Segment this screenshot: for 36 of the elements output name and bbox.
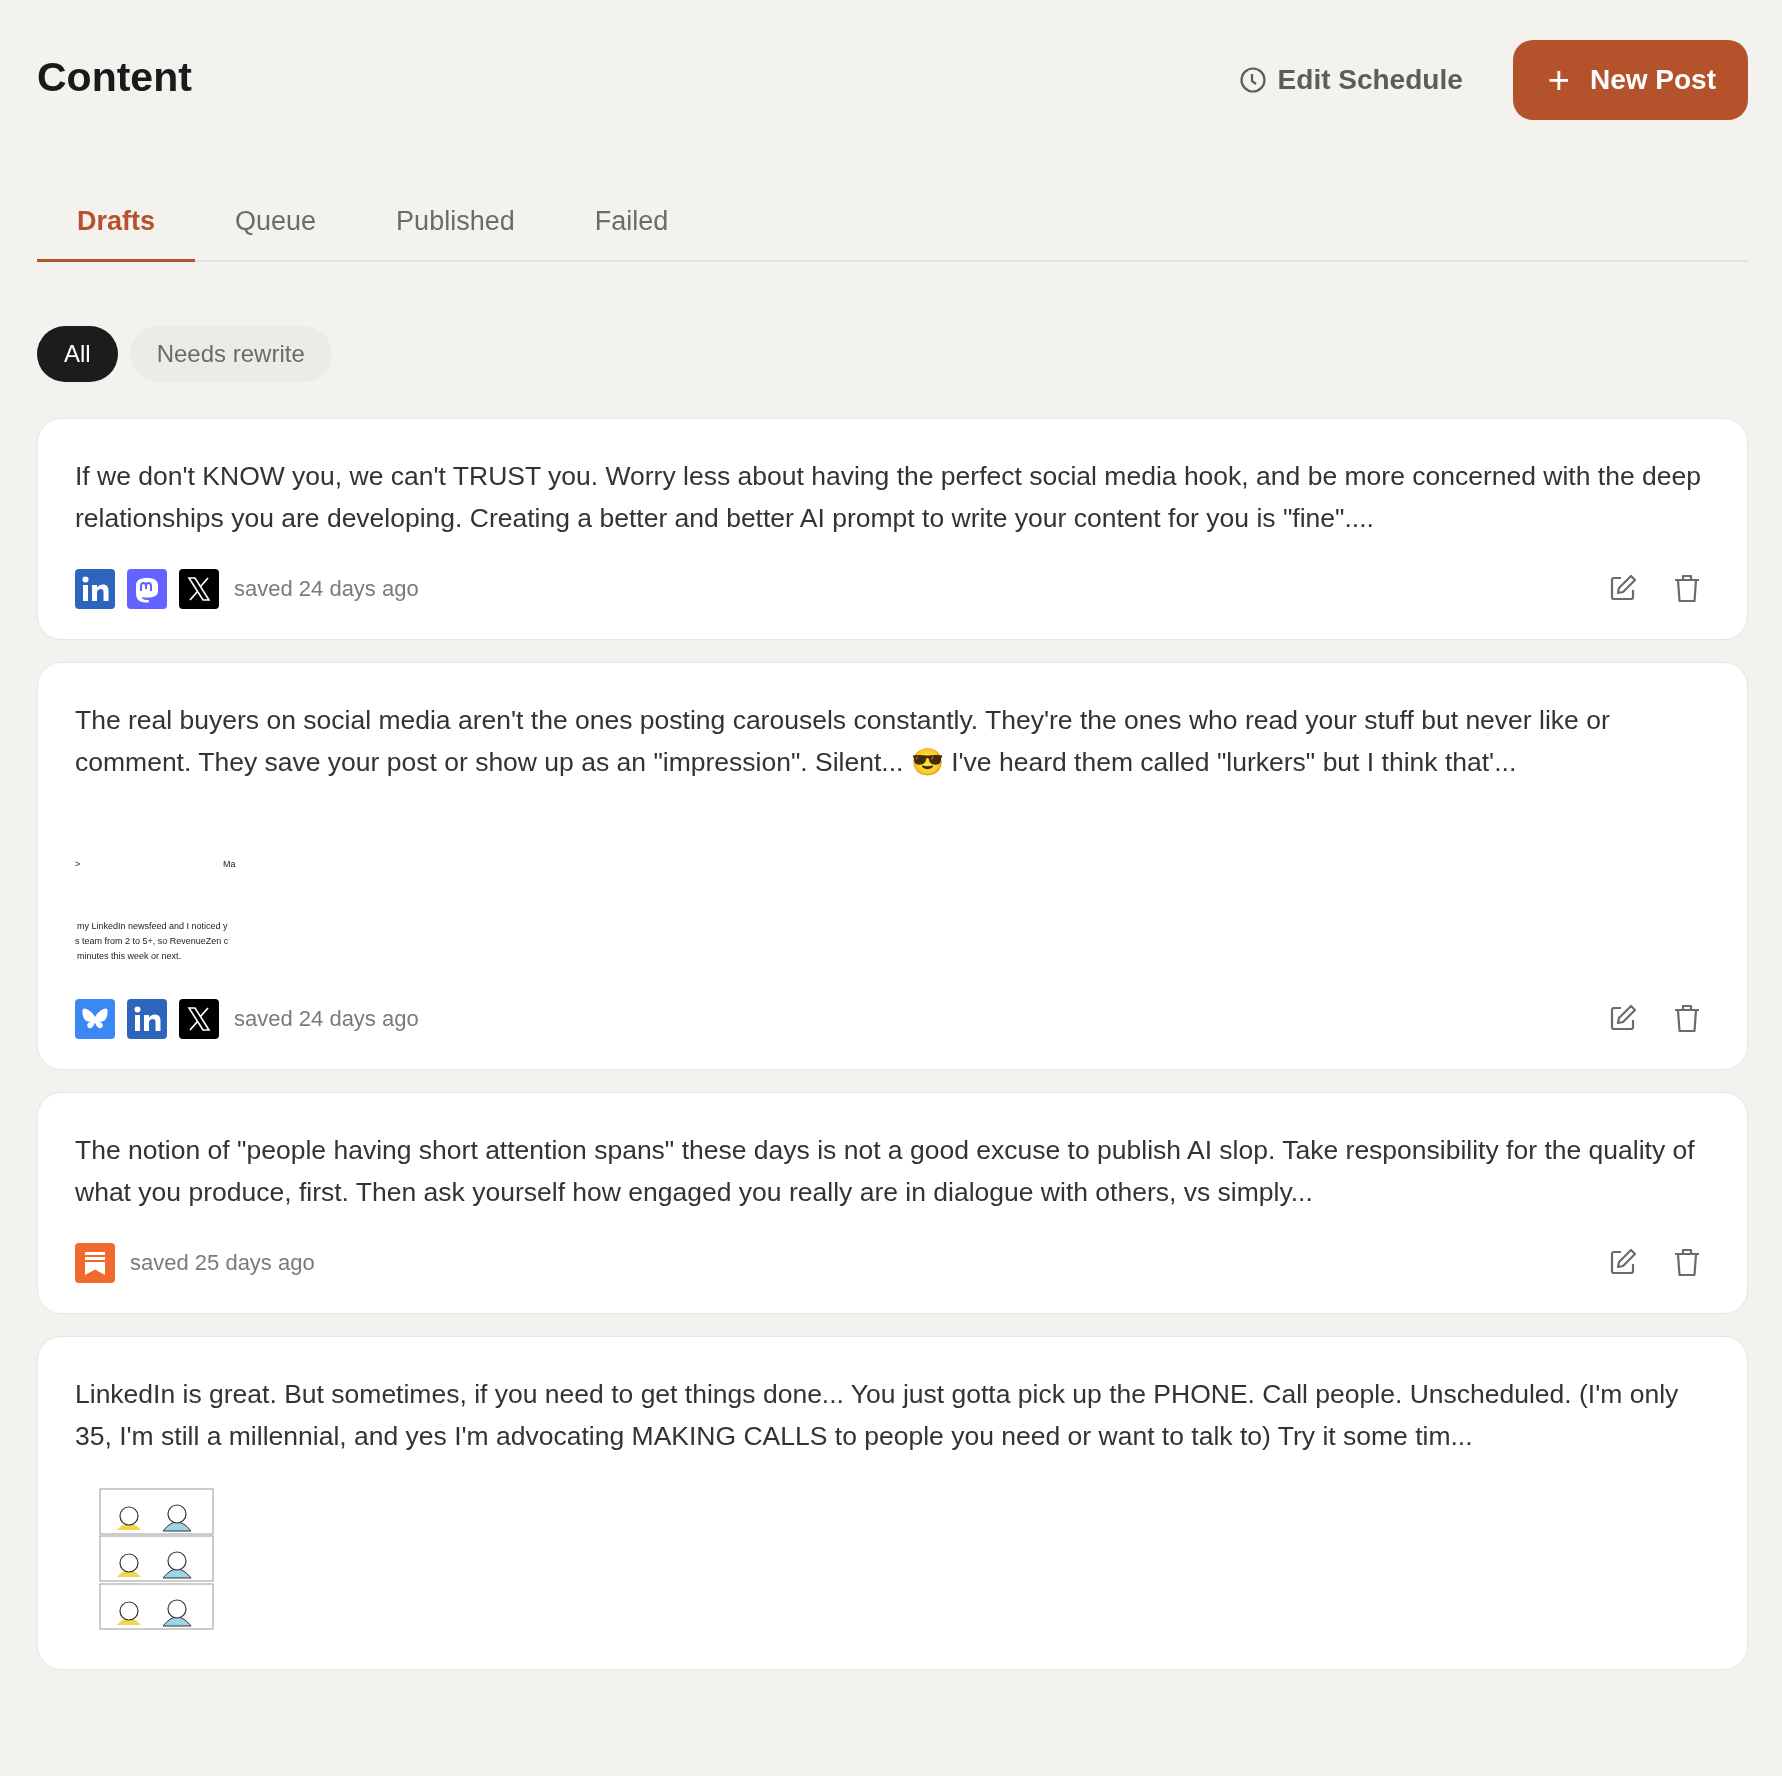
tab[interactable]: Failed <box>554 192 709 262</box>
tab[interactable]: Queue <box>195 192 357 262</box>
saved-time: saved 25 days ago <box>130 1250 315 1276</box>
mastodon-icon <box>127 569 167 609</box>
preview-text: Ma <box>223 859 236 869</box>
preview-text: my LinkedIn newsfeed and I noticed y <box>77 921 228 931</box>
x-logo-icon <box>179 569 219 609</box>
saved-time: saved 24 days ago <box>234 1006 419 1032</box>
tab[interactable]: Published <box>356 192 555 262</box>
trash-icon <box>1674 1246 1700 1277</box>
butterfly-icon <box>75 999 115 1039</box>
page-title: Content <box>37 54 192 101</box>
post-text: The real buyers on social media aren't the ones posting carousels constantly. They're the ones who read your stuff but never like or comment. They save your post or show up as an "impression". Silent... 😎 I've heard them called "lurkers" but I think that'... <box>75 704 1611 779</box>
new-post-button[interactable]: + New Post <box>1512 40 1748 120</box>
preview-text: > <box>75 859 81 869</box>
x-logo-icon <box>179 999 219 1039</box>
post-text: If we don't KNOW you, we can't TRUST you. Worry less about having the perfect social media hook, and be more concerned with the deep relationships you are developing. Creating a better and better AI prompt to write your content for you is "fine".... <box>75 460 1702 535</box>
plus-icon: + <box>1547 61 1570 99</box>
preview-text: s team from 2 to 5+, so RevenueZen c <box>75 936 229 946</box>
edit-icon <box>1608 572 1638 603</box>
trash-icon <box>1674 1002 1700 1033</box>
filter-chip[interactable]: Needs rewrite <box>129 326 332 382</box>
tab[interactable]: Drafts <box>37 192 196 262</box>
filter-chip[interactable]: All <box>37 326 118 382</box>
edit-icon <box>1608 1246 1638 1277</box>
clock-icon <box>1239 67 1266 93</box>
preview-text: minutes this week or next. <box>77 951 182 961</box>
linkedin-icon <box>127 999 167 1039</box>
edit-icon <box>1608 1002 1638 1033</box>
saved-time: saved 24 days ago <box>234 576 419 602</box>
trash-icon <box>1674 572 1700 603</box>
post-text: The notion of "people having short attention spans" these days is not a good excuse to publish AI slop. Take responsibility for the quality of what you produce, first. Then ask yourself how engaged you really are in dialogue with others, vs simply... <box>75 1134 1696 1209</box>
bookmark-icon <box>75 1243 115 1283</box>
post-text: LinkedIn is great. But sometimes, if you need to get things done... You just gotta pick up the PHONE. Call people. Unscheduled. (I'm only 35, I'm still a millennial, and yes I'm advocating MAKING CALLS to people you need or want to talk to) Try it some tim... <box>75 1378 1680 1453</box>
linkedin-icon <box>75 569 115 609</box>
edit-schedule-button[interactable]: Edit Schedule <box>1239 64 1463 96</box>
